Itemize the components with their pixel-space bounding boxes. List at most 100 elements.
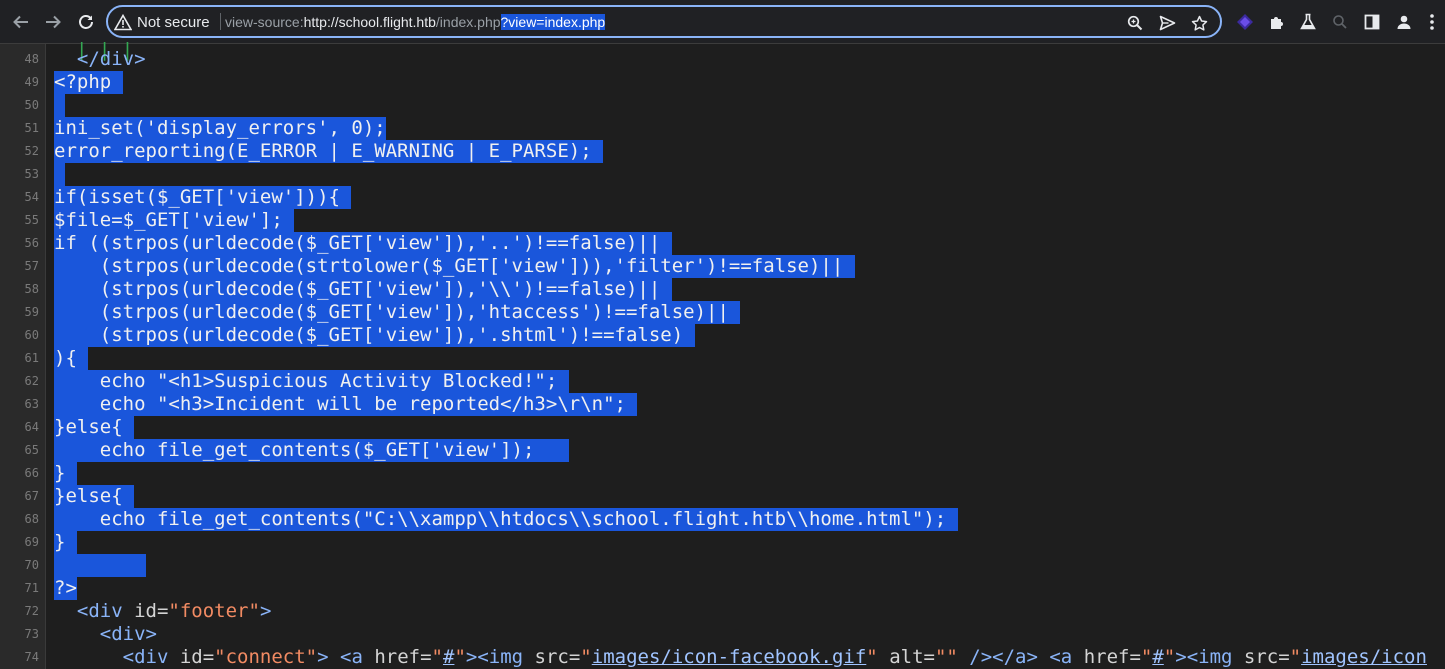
forward-button[interactable] (39, 8, 67, 36)
sidepanel-icon (1364, 14, 1380, 30)
security-chip[interactable]: Not secure (114, 11, 210, 33)
selected-source-text: <?php (54, 71, 123, 94)
source-line-58: 58 (strpos(urldecode($_GET['view']),'\\'… (0, 278, 1445, 301)
line-number: 54 (24, 190, 39, 204)
back-icon (13, 15, 28, 29)
source-line-69: 69} (0, 531, 1445, 554)
url-text[interactable]: view-source:http://school.flight.htb/ind… (225, 12, 606, 32)
source-line-66: 66} (0, 462, 1445, 485)
line-number: 55 (24, 213, 39, 227)
line-number: 73 (24, 627, 39, 641)
search-button[interactable] (1328, 10, 1352, 34)
send-button[interactable] (1156, 12, 1178, 34)
reload-icon (79, 15, 93, 29)
send-icon (1159, 15, 1175, 31)
selected-source-text: echo "<h3>Incident will be reported</h3>… (54, 393, 638, 416)
back-button[interactable] (7, 8, 35, 36)
source-link-anchor[interactable]: # (1152, 646, 1163, 668)
selected-source-text: if ((strpos(urldecode($_GET['view']),'..… (54, 232, 672, 255)
selected-source-text: echo file_get_contents("C:\\xampp\\htdoc… (54, 508, 958, 531)
selected-source-text: error_reporting(E_ERROR | E_WARNING | E_… (54, 140, 604, 163)
selected-source-text: (strpos(urldecode($_GET['view']),'htacce… (54, 301, 741, 324)
line-number: 64 (24, 420, 39, 434)
source-line-49: 49 <?php (0, 71, 1445, 94)
selected-source-text: }else{ (54, 485, 135, 508)
source-line-56: 56 if ((strpos(urldecode($_GET['view']),'… (0, 232, 1445, 255)
line-number: 56 (24, 236, 39, 250)
source-line-51: 51 ini_set('display_errors', 0); (0, 117, 1445, 140)
source-link-anchor[interactable]: # (443, 646, 454, 668)
selected-source-text: ?> (54, 577, 77, 600)
source-line-48: 48 </div> (0, 48, 1445, 71)
url-selected-query: ?view=index.php (500, 14, 606, 30)
security-label: Not secure (137, 13, 210, 31)
url-prefix: view-source: (225, 14, 304, 30)
source-line-52: 52 error_reporting(E_ERROR | E_WARNING | … (0, 140, 1445, 163)
line-number: 70 (24, 558, 39, 572)
selected-source-text (54, 554, 146, 577)
source-line-70: 70 (0, 554, 1445, 577)
bookmark-button[interactable] (1188, 12, 1210, 34)
url-host: http://school.flight.htb (303, 14, 436, 30)
line-number: 61 (24, 351, 39, 365)
source-line-61: 61){ (0, 347, 1445, 370)
profile-icon (1397, 15, 1411, 29)
side-panel-button[interactable] (1360, 10, 1384, 34)
selected-source-text (54, 94, 66, 117)
zoom-icon (1127, 15, 1143, 31)
line-number: 68 (24, 512, 39, 526)
line-number: 66 (24, 466, 39, 480)
source-line-67: 67 }else{ (0, 485, 1445, 508)
line-number: 58 (24, 282, 39, 296)
source-text: </div> (54, 48, 146, 70)
source-text: <div id="connect"> <a href="#"><img src=… (122, 646, 1427, 668)
source-line-72: 72 <div id="footer"> (0, 600, 1445, 623)
line-number: 69 (24, 535, 39, 549)
warning-icon (114, 13, 132, 30)
source-line-50: 50 (0, 94, 1445, 117)
reload-button[interactable] (72, 8, 100, 36)
menu-button[interactable] (1420, 10, 1444, 34)
extension-button[interactable] (1233, 10, 1257, 34)
line-number: 52 (24, 144, 39, 158)
line-number: 74 (24, 650, 39, 664)
line-number: 50 (24, 98, 39, 112)
source-line-55: 55 $file=$_GET['view']; (0, 209, 1445, 232)
profile-button[interactable] (1392, 10, 1416, 34)
line-number: 72 (24, 604, 39, 618)
line-number: 48 (24, 52, 39, 66)
flask-icon (1300, 13, 1316, 30)
selected-source-text: echo file_get_contents($_GET['view']); (54, 439, 569, 462)
puzzle-icon (1271, 17, 1283, 29)
browser-toolbar: Not secure view-source:http://school.fli… (0, 0, 1445, 44)
source-line-62: 62 echo "<h1>Suspicious Activity Blocked… (0, 370, 1445, 393)
source-link-facebook-image[interactable]: images/icon-facebook.gif (592, 646, 867, 668)
source-line-53: 53 (0, 163, 1445, 186)
extensions-menu-button[interactable] (1265, 10, 1289, 34)
line-number: 71 (24, 581, 39, 595)
line-number: 67 (24, 489, 39, 503)
selected-source-text: $file=$_GET['view']; (54, 209, 295, 232)
line-number: 63 (24, 397, 39, 411)
star-icon (1191, 15, 1207, 31)
selected-source-text: } (54, 462, 77, 485)
selected-source-text: (strpos(urldecode($_GET['view']),'.shtml… (54, 324, 695, 347)
labs-button[interactable] (1296, 10, 1320, 34)
line-number: 53 (24, 167, 39, 181)
forward-icon (46, 15, 61, 29)
selected-source-text: (strpos(urldecode(strtolower($_GET['view… (54, 255, 855, 278)
line-number: 62 (24, 374, 39, 388)
extension-icon (1237, 14, 1253, 30)
line-number: 57 (24, 259, 39, 273)
zoom-button[interactable] (1124, 12, 1146, 34)
source-view[interactable]: | | | 48 </div> 49 <?php 50 51 ini_set('dis… (0, 42, 1445, 669)
address-bar[interactable]: Not secure view-source:http://school.fli… (106, 5, 1222, 38)
selected-source-text (54, 163, 66, 186)
line-number: 65 (24, 443, 39, 457)
source-text: <div> (99, 623, 157, 645)
source-link-image[interactable]: images/icon (1301, 646, 1427, 668)
selected-source-text: if(isset($_GET['view'])){ (54, 186, 352, 209)
source-line-74: 74 <div id="connect"> <a href="#"><img s… (0, 646, 1445, 669)
line-number: 51 (24, 121, 39, 135)
source-line-65: 65 echo file_get_contents($_GET['view'])… (0, 439, 1445, 462)
